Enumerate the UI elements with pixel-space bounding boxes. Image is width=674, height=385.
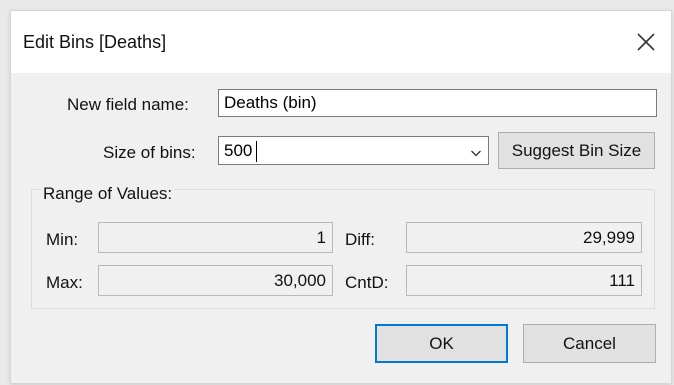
text-cursor — [256, 141, 257, 162]
cancel-button[interactable]: Cancel — [523, 324, 656, 363]
ok-button[interactable]: OK — [375, 324, 508, 363]
suggest-bin-size-button[interactable]: Suggest Bin Size — [498, 132, 655, 169]
bin-size-label: Size of bins: — [103, 143, 196, 162]
field-name-label: New field name: — [67, 95, 189, 114]
range-heading: Range of Values: — [41, 184, 175, 204]
max-label: Max: — [46, 273, 83, 292]
field-name-input[interactable]: Deaths (bin) — [218, 89, 657, 117]
max-value-field: 30,000 — [98, 265, 333, 296]
diff-label: Diff: — [345, 230, 375, 249]
bin-size-value: 500 — [224, 141, 253, 160]
close-button[interactable] — [631, 27, 661, 57]
chevron-down-icon[interactable] — [470, 144, 482, 164]
title-bar: Edit Bins [Deaths] — [11, 11, 671, 73]
edit-bins-dialog: Edit Bins [Deaths] New field name: Death… — [10, 10, 672, 384]
min-value-field: 1 — [98, 222, 333, 253]
cntd-label: CntD: — [345, 273, 389, 292]
diff-value-field: 29,999 — [406, 222, 642, 253]
cntd-value-field: 111 — [406, 265, 642, 296]
min-label: Min: — [46, 230, 79, 249]
bin-size-combobox[interactable]: 500 — [218, 136, 489, 165]
dialog-title: Edit Bins [Deaths] — [23, 32, 167, 52]
close-icon — [637, 33, 655, 51]
